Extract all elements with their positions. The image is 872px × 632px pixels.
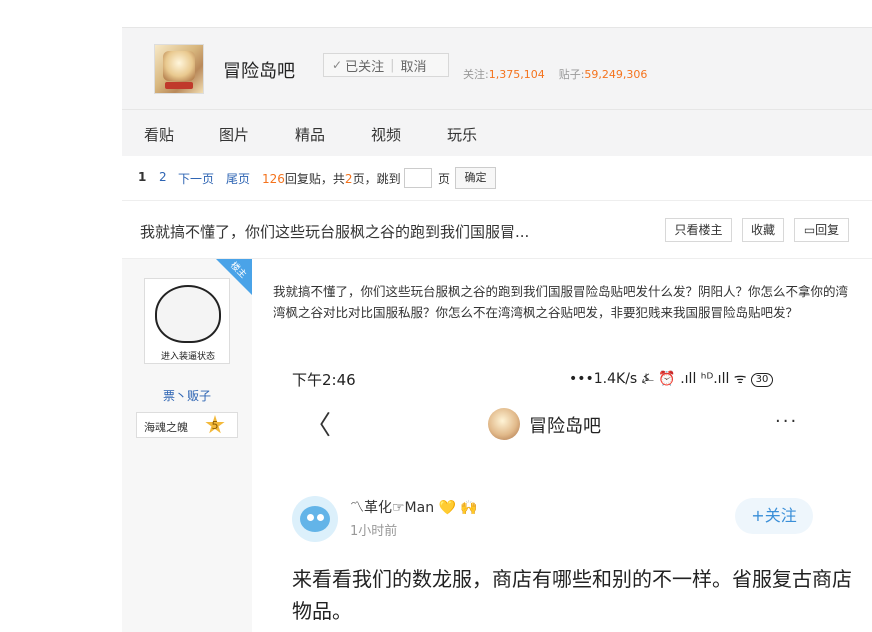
forum-name[interactable]: 冒险岛吧 [223, 57, 295, 83]
status-icons: •••1.4K/s ⍼ ⏰ .ıll ʰᴰ.ıll ᯤ 30 [569, 369, 774, 388]
follow-toggle[interactable]: ✓ 已关注 | 取消 [323, 53, 449, 77]
back-arrow-icon: 〈 [305, 411, 332, 441]
thread-title: 我就搞不懂了，你们这些玩台服枫之谷的跑到我们国服冒... [140, 223, 530, 241]
reply-button[interactable]: ▭回复 [794, 218, 849, 242]
user-avatar [292, 496, 338, 542]
confirm-button[interactable]: 确定 [455, 167, 496, 189]
post-content: 我就搞不懂了，你们这些玩台服枫之谷的跑到我们国服冒险岛贴吧发什么发？阴阳人？你怎… [273, 284, 849, 320]
page-suffix: 页 [438, 172, 451, 186]
page-2-link[interactable]: 2 [159, 170, 167, 184]
total-pages: 2 [344, 172, 353, 186]
reply-count: 126 [262, 172, 285, 186]
favorite-button[interactable]: 收藏 [742, 218, 784, 242]
author-column: 楼主 进入装逼状态 票丶贩子 海魂之魄 5 [122, 259, 252, 632]
pages-text: 页，跳到 [352, 172, 401, 186]
reply-label: 回复 [815, 223, 840, 237]
eye-icon [317, 514, 324, 521]
last-page-link[interactable]: 尾页 [226, 170, 250, 187]
bar-logo-icon [488, 408, 520, 440]
forum-panel: 冒险岛吧 ✓ 已关注 | 取消 关注:1,375,104 贴子:59,249,30… [122, 27, 872, 632]
screenshot-follow-button: +关注 [735, 498, 813, 534]
followed-label: 已关注 [345, 59, 385, 75]
screenshot-post-text: 来看看我们的数龙服，商店有哪些和别的不一样。省服复古商店物品。 [292, 567, 852, 623]
thread-title-bar: 我就搞不懂了，你们这些玩台服枫之谷的跑到我们国服冒... 只看楼主 收藏 ▭回复 [122, 201, 872, 259]
forum-tabs: 看贴 图片 精品 视频 玩乐 [122, 109, 872, 157]
tab-games[interactable]: 玩乐 [447, 124, 477, 145]
eye-icon [307, 514, 314, 521]
unfollow-button[interactable]: 取消 [400, 56, 426, 75]
forum-logo[interactable] [154, 44, 204, 94]
meme-face-icon [155, 285, 221, 343]
member-rank[interactable]: 海魂之魄 5 [136, 412, 238, 438]
check-icon: ✓ [332, 58, 343, 72]
reply-icon: ▭ [803, 223, 816, 237]
avatar-caption: 进入装逼状态 [160, 352, 215, 362]
fish-mascot-icon [300, 506, 330, 532]
tab-videos[interactable]: 视频 [371, 124, 401, 145]
star-level-icon: 5 [205, 415, 225, 434]
post-count-label: 贴子: [558, 68, 585, 81]
author-name[interactable]: 票丶贩子 [122, 387, 252, 404]
screenshot-post-time: 1小时前 [350, 524, 398, 539]
follow-count-label: 关注: [463, 68, 489, 81]
screenshot-user-name: 〽革化☞Man 💛 🙌 [350, 500, 478, 516]
divider: | [390, 57, 395, 73]
follow-count: 1,375,104 [488, 68, 545, 81]
post-count: 59,249,306 [584, 68, 648, 81]
next-page-link[interactable]: 下一页 [178, 170, 214, 187]
tab-images[interactable]: 图片 [219, 124, 249, 145]
logo-banner-icon [165, 82, 193, 89]
only-op-button[interactable]: 只看楼主 [665, 218, 732, 242]
tab-posts[interactable]: 看贴 [144, 124, 174, 145]
forum-header: 冒险岛吧 ✓ 已关注 | 取消 关注:1,375,104 贴子:59,249,30… [122, 27, 872, 110]
pagination: 1 2 下一页 尾页 126回复贴，共2页，跳到 页 确定 [122, 156, 872, 201]
logo-emblem-icon [163, 51, 195, 81]
battery-icon: 30 [750, 373, 774, 387]
page-current: 1 [138, 170, 147, 184]
post-floor-1: 楼主 进入装逼状态 票丶贩子 海魂之魄 5 我就搞不懂了，你们这些玩台服枫之谷的… [122, 259, 872, 632]
embedded-screenshot: 下午2:46 •••1.4K/s ⍼ ⏰ .ıll ʰᴰ.ıll ᯤ 30 〈 冒… [253, 361, 861, 632]
more-dots-icon: ··· [775, 411, 799, 432]
reply-text: 回复贴，共 [284, 172, 345, 186]
rank-name: 海魂之魄 [144, 421, 188, 434]
reply-summary: 126回复贴，共2页，跳到 [262, 170, 401, 187]
status-time: 下午2:46 [292, 371, 356, 389]
avatar[interactable]: 进入装逼状态 [144, 278, 230, 364]
network-speed: •••1.4K/s ⍼ ⏰ .ıll ʰᴰ.ıll ᯤ [569, 371, 747, 387]
tab-featured[interactable]: 精品 [295, 124, 325, 145]
bar-name: 冒险岛吧 [529, 416, 601, 437]
forum-stats: 关注:1,375,104 贴子:59,249,306 [463, 66, 661, 82]
page-jump-input[interactable] [404, 168, 432, 188]
